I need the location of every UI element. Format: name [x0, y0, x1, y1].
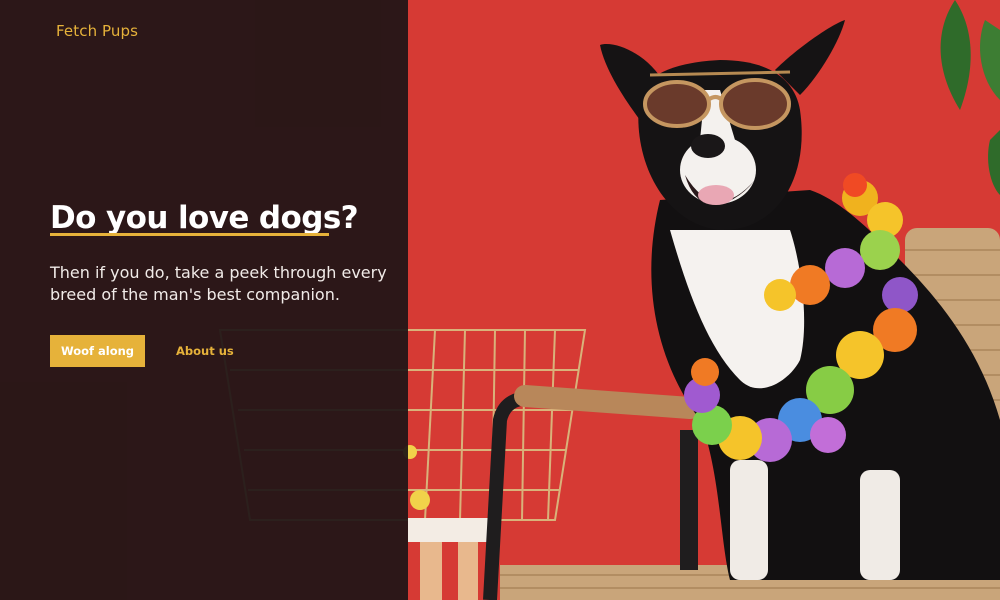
about-us-link[interactable]: About us [176, 341, 234, 361]
brand-logo-link[interactable]: Fetch Pups [56, 22, 138, 40]
woof-along-button[interactable]: Woof along [50, 335, 145, 367]
hero-headline: Do you love dogs? [50, 200, 359, 236]
headline-accent-underline [50, 233, 329, 236]
hero-subtitle: Then if you do, take a peek through ever… [50, 263, 387, 304]
